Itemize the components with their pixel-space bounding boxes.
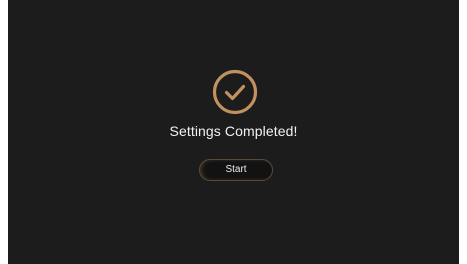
settings-completed-title: Settings Completed!: [169, 123, 298, 139]
check-circle-icon: [212, 69, 258, 115]
start-button[interactable]: Start: [199, 159, 273, 181]
